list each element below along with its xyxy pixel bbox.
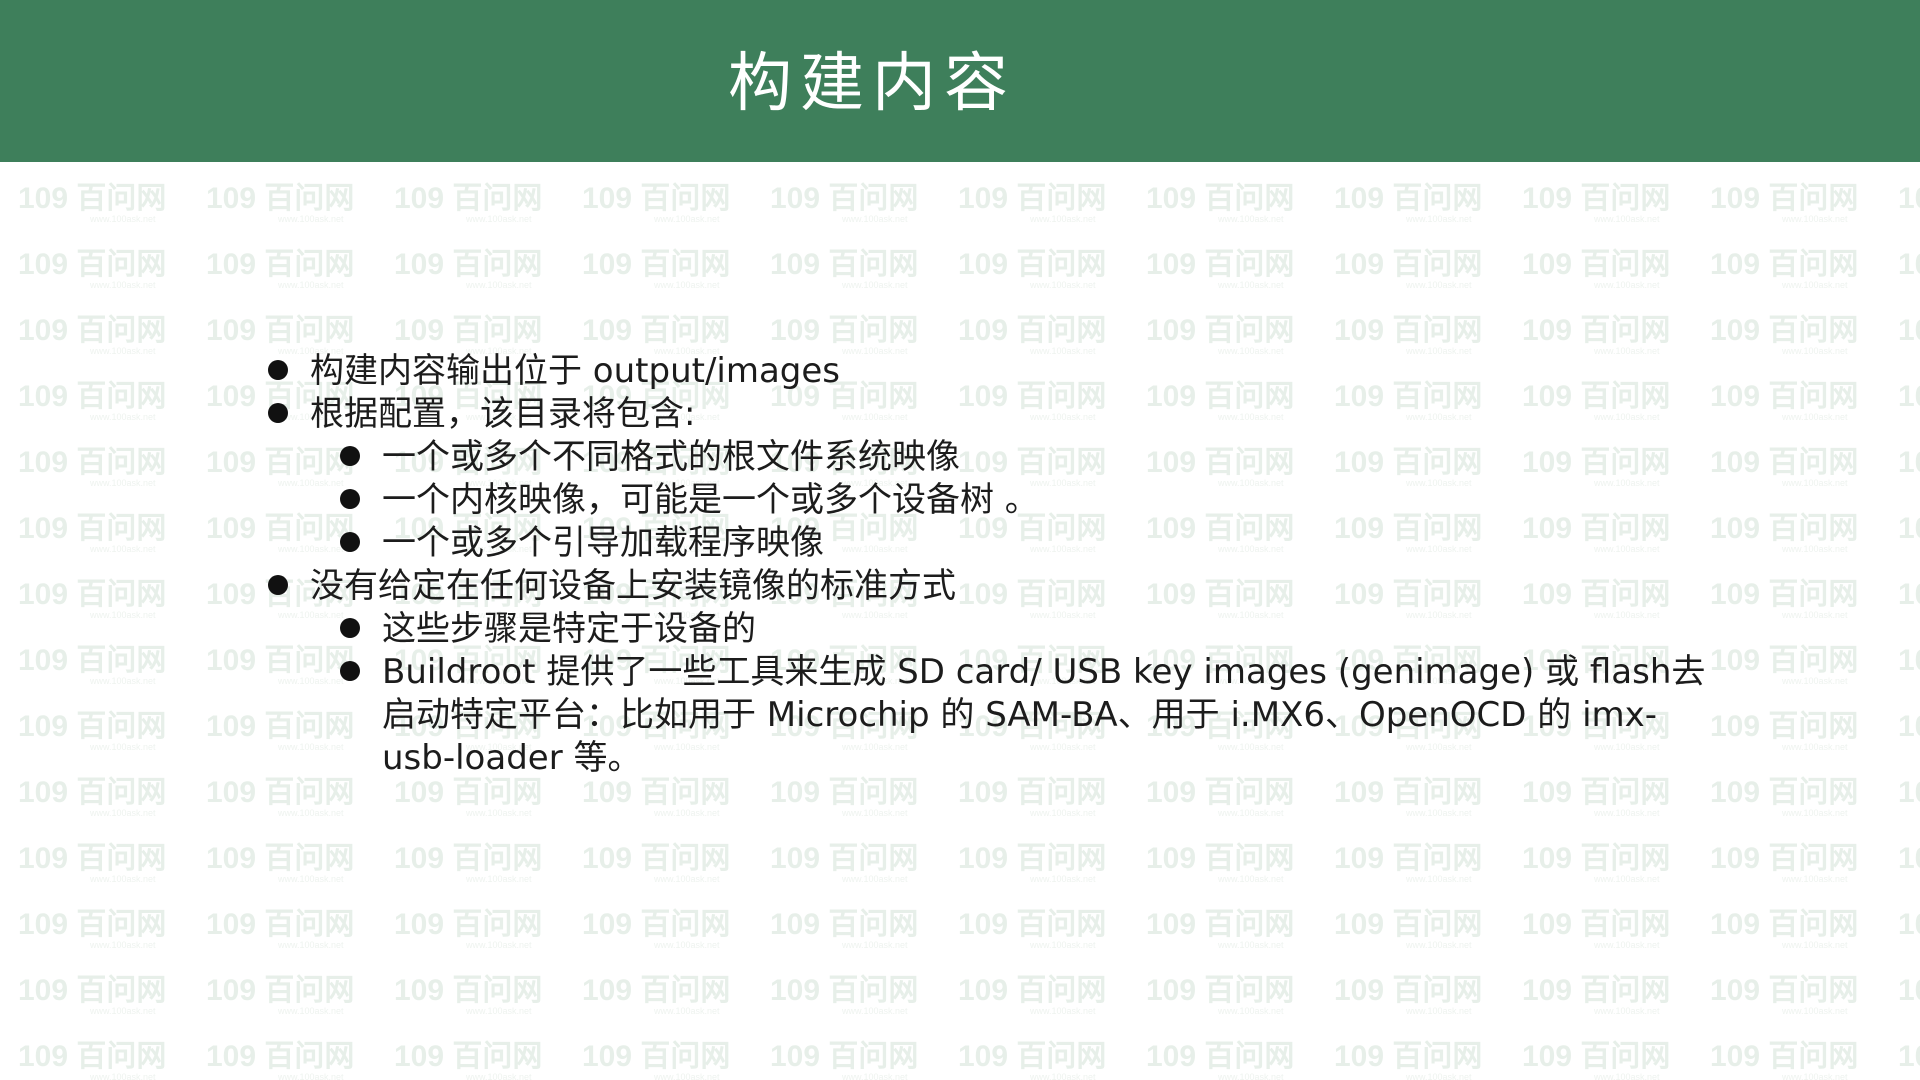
bullet-dot-icon [268,575,288,595]
bullet-text: 一个或多个不同格式的根文件系统映像 [382,437,960,477]
bullet-dot-icon [340,446,360,466]
bullet-dot-icon [340,489,360,509]
sub-bullet-item: 一个内核映像，可能是一个或多个设备树 。 [262,479,1712,522]
slide-body: 构建内容输出位于 output/images 根据配置，该目录将包含: 一个或多… [262,350,1712,780]
sub-bullet-item: 一个或多个不同格式的根文件系统映像 [262,436,1712,479]
slide-header: 构建内容 [0,0,1920,162]
bullet-item: 根据配置，该目录将包含: [262,393,1712,436]
sub-bullet-item: 一个或多个引导加载程序映像 [262,522,1712,565]
bullet-item: 没有给定在任何设备上安装镜像的标准方式 [262,565,1712,608]
bullet-item: 构建内容输出位于 output/images [262,350,1712,393]
bullet-text: 构建内容输出位于 output/images [310,351,841,391]
bullet-text: 根据配置，该目录将包含: [310,394,696,434]
bullet-dot-icon [340,618,360,638]
bullet-text: Buildroot 提供了一些工具来生成 SD card/ USB key im… [382,652,1706,778]
bullet-dot-icon [268,360,288,380]
bullet-text: 没有给定在任何设备上安装镜像的标准方式 [310,566,956,606]
sub-bullet-item: 这些步骤是特定于设备的 [262,608,1712,651]
bullet-text: 一个内核映像，可能是一个或多个设备树 。 [382,480,1039,520]
bullet-list: 构建内容输出位于 output/images 根据配置，该目录将包含: 一个或多… [262,350,1712,780]
bullet-dot-icon [340,532,360,552]
bullet-dot-icon [268,403,288,423]
bullet-dot-icon [340,661,360,681]
sub-bullet-item: Buildroot 提供了一些工具来生成 SD card/ USB key im… [262,651,1712,780]
bullet-text: 一个或多个引导加载程序映像 [382,523,824,563]
bullet-text: 这些步骤是特定于设备的 [382,609,756,649]
slide-title: 构建内容 [728,47,1016,121]
